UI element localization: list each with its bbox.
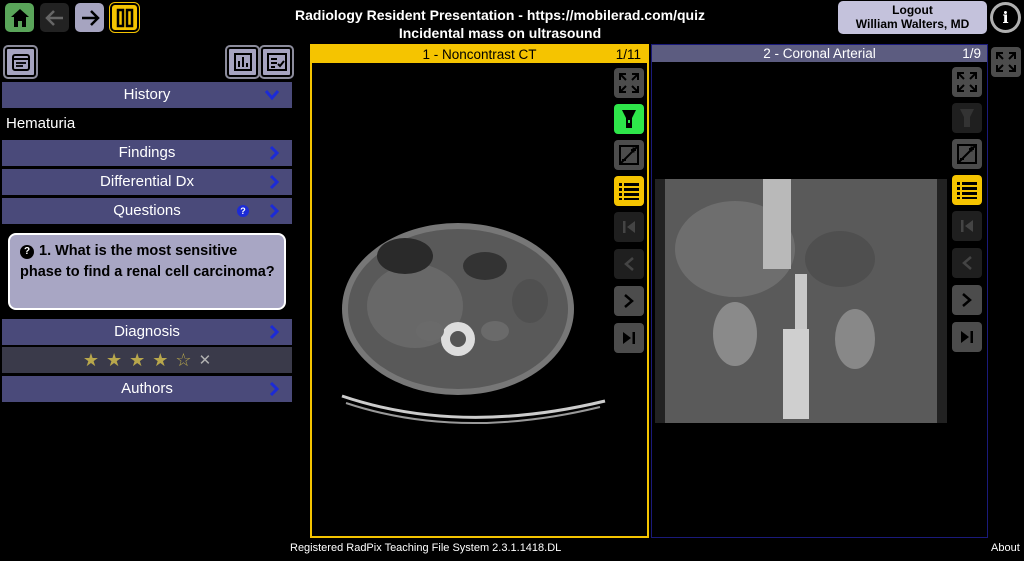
viewport-coronal-arterial[interactable]: 2 - Coronal Arterial 1/9: [651, 44, 988, 538]
star-empty-icon[interactable]: ☆: [175, 350, 191, 371]
expand-icon: [957, 72, 977, 92]
chevron-down-icon: [264, 90, 280, 101]
differential-header[interactable]: Differential Dx: [2, 169, 292, 195]
expand-icon: [996, 52, 1016, 72]
skip-first-icon: [623, 221, 635, 233]
series-list-button[interactable]: [952, 175, 982, 205]
star-rating[interactable]: ★ ★ ★ ★ ☆ ✕: [2, 347, 292, 373]
fullscreen-button[interactable]: [952, 67, 982, 97]
last-image-button[interactable]: [952, 322, 982, 352]
bar-chart-icon: [233, 53, 252, 71]
last-image-button[interactable]: [614, 323, 644, 353]
series-list-button[interactable]: [614, 176, 644, 206]
system-version: Registered RadPix Teaching File System 2…: [290, 542, 562, 554]
chevron-left-icon: [962, 256, 972, 270]
chevron-left-icon: [624, 257, 634, 271]
next-image-button[interactable]: [952, 285, 982, 315]
first-image-button[interactable]: [614, 212, 644, 242]
calendar-icon: [11, 54, 30, 71]
calendar-button[interactable]: [3, 45, 38, 79]
question-circle-icon: ?: [20, 245, 34, 259]
questions-label: Questions: [113, 202, 181, 219]
contrast-adjust-icon: [619, 145, 639, 165]
global-fullscreen-button[interactable]: [991, 47, 1021, 77]
list-icon: [619, 183, 639, 200]
flashlight-button[interactable]: [614, 104, 644, 134]
previous-image-button[interactable]: [952, 248, 982, 278]
info-button[interactable]: i: [990, 2, 1021, 33]
diagnosis-header[interactable]: Diagnosis: [2, 319, 292, 345]
star-filled-icon[interactable]: ★: [152, 350, 168, 371]
diagnosis-label: Diagnosis: [114, 323, 180, 340]
coronal-ct-image: [655, 179, 947, 423]
chevron-right-icon: [269, 145, 280, 161]
pause-icon: [116, 8, 133, 27]
previous-image-button[interactable]: [614, 249, 644, 279]
arrow-right-icon: [81, 9, 100, 26]
star-filled-icon[interactable]: ★: [106, 350, 122, 371]
viewport-noncontrast-ct[interactable]: 1 - Noncontrast CT 1/11: [310, 44, 649, 538]
checklist-button[interactable]: [259, 45, 294, 79]
about-link[interactable]: About: [991, 542, 1020, 554]
image-counter: 1/9: [962, 46, 981, 61]
forward-button[interactable]: [75, 3, 104, 32]
home-button[interactable]: [5, 3, 34, 32]
star-filled-icon[interactable]: ★: [83, 350, 99, 371]
chevron-right-icon: [269, 381, 280, 397]
fullscreen-button[interactable]: [614, 68, 644, 98]
questions-header[interactable]: Questions ?: [2, 198, 292, 224]
info-icon: i: [993, 5, 1018, 30]
logout-label: Logout: [892, 3, 933, 17]
chevron-right-icon: [269, 324, 280, 340]
user-name: William Walters, MD: [855, 17, 970, 31]
flashlight-icon: [960, 109, 974, 127]
flashlight-button[interactable]: [952, 103, 982, 133]
checklist-icon: [266, 53, 287, 71]
skip-last-icon: [623, 332, 635, 344]
chevron-right-icon: [962, 293, 972, 307]
skip-first-icon: [961, 220, 973, 232]
first-image-button[interactable]: [952, 211, 982, 241]
authors-header[interactable]: Authors: [2, 376, 292, 402]
question-badge-icon: ?: [237, 205, 249, 217]
window-level-button[interactable]: [614, 140, 644, 170]
history-label: History: [123, 86, 171, 103]
case-subtitle: Incidental mass on ultrasound: [398, 25, 602, 41]
skip-last-icon: [961, 331, 973, 343]
pause-button[interactable]: [109, 2, 140, 33]
arrow-left-icon: [44, 9, 63, 26]
contrast-adjust-icon: [957, 144, 977, 164]
viewport-header: 1 - Noncontrast CT 1/11: [312, 46, 647, 63]
chevron-right-icon: [269, 203, 280, 219]
question-text: 1. What is the most sensitive phase to f…: [20, 243, 275, 280]
chevron-right-icon: [624, 294, 634, 308]
viewport-title: 2 - Coronal Arterial: [763, 46, 876, 61]
presentation-title: Radiology Resident Presentation - https:…: [295, 7, 705, 23]
history-header[interactable]: History: [2, 82, 292, 108]
viewport-header: 2 - Coronal Arterial 1/9: [652, 45, 987, 62]
next-image-button[interactable]: [614, 286, 644, 316]
authors-label: Authors: [121, 380, 173, 397]
history-text: Hematuria: [6, 115, 76, 132]
logout-button[interactable]: Logout William Walters, MD: [838, 1, 987, 34]
expand-icon: [619, 73, 639, 93]
findings-header[interactable]: Findings: [2, 140, 292, 166]
star-filled-icon[interactable]: ★: [129, 350, 145, 371]
flashlight-icon: [622, 110, 636, 128]
chevron-right-icon: [269, 174, 280, 190]
differential-label: Differential Dx: [100, 173, 194, 190]
findings-label: Findings: [118, 144, 176, 161]
stats-button[interactable]: [225, 45, 260, 79]
clear-rating-icon[interactable]: ✕: [199, 351, 212, 369]
list-icon: [957, 182, 977, 199]
window-level-button[interactable]: [952, 139, 982, 169]
axial-ct-image: [341, 223, 606, 425]
question-card[interactable]: ? 1. What is the most sensitive phase to …: [8, 233, 286, 310]
back-button[interactable]: [40, 3, 69, 32]
image-counter: 1/11: [615, 47, 641, 62]
home-icon: [10, 8, 29, 27]
viewport-title: 1 - Noncontrast CT: [422, 47, 537, 62]
